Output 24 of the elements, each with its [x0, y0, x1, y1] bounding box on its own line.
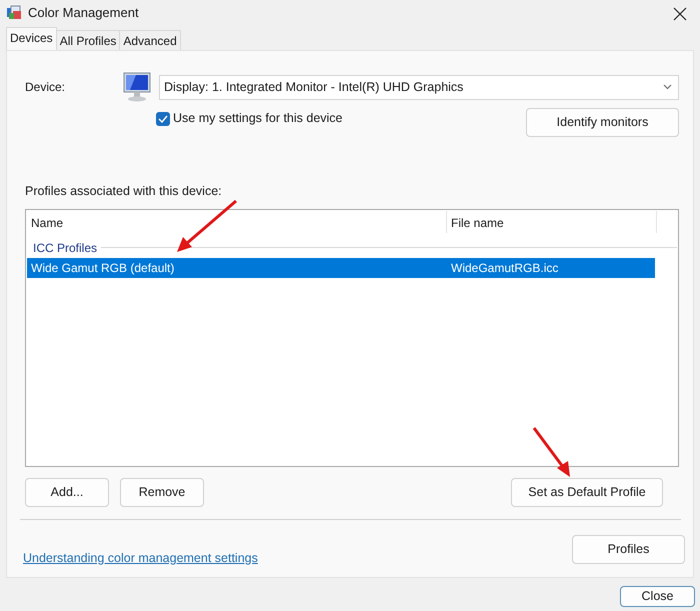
window-title: Color Management — [28, 4, 139, 22]
close-button[interactable]: Close — [620, 586, 695, 607]
annotation-arrow — [532, 427, 570, 477]
profiles-label: Profiles associated with this device: — [25, 183, 223, 200]
device-label: Device: — [25, 79, 66, 96]
list-action-button[interactable]: Add... — [25, 478, 109, 507]
tab[interactable]: Devices — [6, 27, 57, 50]
identify-monitors-button[interactable]: Identify monitors — [526, 108, 679, 137]
monitor-icon — [122, 72, 152, 102]
tab[interactable]: Advanced — [119, 30, 181, 50]
list-row[interactable]: Wide Gamut RGB (default) WideGamutRGB.icc — [27, 258, 655, 278]
profiles-button[interactable]: Profiles — [572, 534, 685, 564]
checkbox-label[interactable]: Use my settings for this device — [173, 109, 343, 128]
column-header[interactable]: Name — [27, 210, 447, 233]
column-header[interactable]: File name — [447, 210, 657, 233]
annotation-arrow — [177, 200, 237, 252]
checkbox[interactable] — [156, 112, 170, 126]
device-dropdown[interactable]: Display: 1. Integrated Monitor - Intel(R) UHD Graphics — [159, 74, 679, 100]
app-icon — [6, 5, 22, 21]
help-link[interactable]: Understanding color management settings — [23, 548, 258, 568]
set-default-button[interactable]: Set as Default Profile — [511, 478, 663, 507]
list-action-button[interactable]: Remove — [120, 478, 204, 507]
chevron-icon — [663, 84, 672, 90]
group-header: ICC Profiles — [33, 240, 98, 257]
